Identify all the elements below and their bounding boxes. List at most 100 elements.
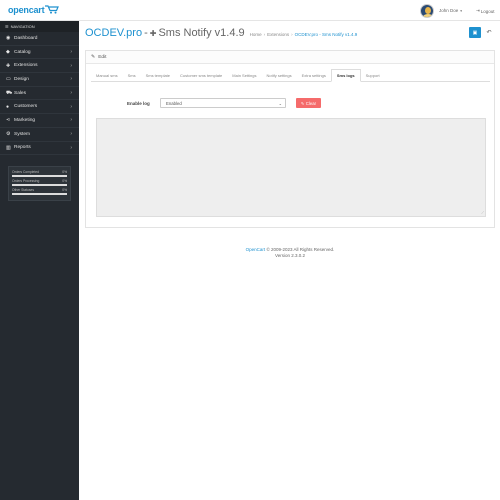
cart-icon xyxy=(45,4,60,16)
progress-bar xyxy=(12,184,67,187)
tab-sms-template[interactable]: Sms template xyxy=(141,73,175,81)
enable-log-select[interactable]: Enabled ⌄ xyxy=(160,98,286,108)
page-title: OCDEV.pro - ✚ Sms Notify v1.4.9 Home › E… xyxy=(85,27,357,39)
tab-main-settings[interactable]: Main Settings xyxy=(227,73,261,81)
stat-orders-completed: Orders Completed 0% xyxy=(12,170,67,178)
sidebar-item-label: System xyxy=(14,131,30,137)
bars-icon: ☰ xyxy=(5,24,9,29)
tab-bar: Manual sms Sms Sms template Customer sms… xyxy=(91,69,490,82)
cog-icon: ⚙ xyxy=(6,131,11,138)
user-menu[interactable]: John Doe ▾ xyxy=(420,3,462,18)
pencil-icon: ✎ xyxy=(91,54,96,60)
resize-handle-icon[interactable]: ⟋ xyxy=(481,210,484,215)
floppy-icon: ▣ xyxy=(472,29,478,36)
tab-sms-logs[interactable]: Sms logs xyxy=(330,69,361,82)
sidebar-item-label: Marketing xyxy=(14,117,36,123)
stat-label: Orders Processing xyxy=(12,179,40,184)
sidebar-item-customers[interactable]: ● Customers › xyxy=(0,100,79,115)
sms-log-textarea[interactable]: ⟋ xyxy=(96,118,486,217)
chevron-right-icon: › xyxy=(70,144,72,151)
breadcrumb-home[interactable]: Home xyxy=(250,32,262,37)
user-icon: ● xyxy=(6,103,10,110)
reply-icon: ↶ xyxy=(486,30,492,36)
clear-label: Clear xyxy=(305,100,317,106)
chevron-right-icon: › xyxy=(70,49,72,56)
sidebar-item-label: Reports xyxy=(14,145,31,151)
avatar xyxy=(420,3,434,18)
chevron-right-icon: › xyxy=(70,76,72,83)
logo-text: opencart xyxy=(8,5,45,15)
clear-log-button[interactable]: ✎ Clear xyxy=(296,98,321,108)
order-stats: Orders Completed 0% Orders Processing 0%… xyxy=(8,166,71,202)
stat-value: 0% xyxy=(62,188,67,193)
breadcrumb-current[interactable]: OCDEV.pro - Sms Notify v1.4.9 xyxy=(295,32,358,37)
opencart-logo[interactable]: opencart xyxy=(8,4,60,16)
sidebar-item-catalog[interactable]: ◆ Catalog › xyxy=(0,46,79,60)
footer-version: Version 2.3.0.2 xyxy=(274,253,306,258)
sidebar-item-label: Extensions xyxy=(14,63,38,69)
stat-orders-processing: Orders Processing 0% xyxy=(12,179,67,187)
tab-customer-sms-template[interactable]: Customer sms template xyxy=(175,73,227,81)
panel-title: Edit xyxy=(98,54,107,60)
chevron-right-icon: › xyxy=(70,131,72,138)
stat-other-statuses: Other Statuses 0% xyxy=(12,188,67,196)
chevron-right-icon: › xyxy=(70,117,72,124)
sidebar-item-dashboard[interactable]: ◉ Dashboard xyxy=(0,32,79,46)
tab-support[interactable]: Support xyxy=(361,73,385,81)
sidebar-item-label: Catalog xyxy=(14,49,31,55)
breadcrumb: Home › Extensions › OCDEV.pro - Sms Noti… xyxy=(250,32,358,37)
puzzle-icon: ✚ xyxy=(6,62,11,69)
breadcrumb-separator: › xyxy=(263,32,266,37)
share-icon: ⋖ xyxy=(6,117,11,124)
footer-opencart-link[interactable]: OpenCart xyxy=(246,247,266,252)
sidebar-item-label: Customers xyxy=(14,104,38,110)
puzzle-icon: ✚ xyxy=(149,29,157,38)
caret-down-icon: ▾ xyxy=(460,8,463,13)
save-button[interactable]: ▣ xyxy=(469,27,481,38)
stat-value: 0% xyxy=(62,170,67,175)
eraser-icon: ✎ xyxy=(300,100,305,106)
title-module: Sms Notify v1.4.9 xyxy=(158,27,245,39)
logout-link[interactable]: ⇥ Logout xyxy=(476,8,495,14)
sidebar-item-label: Design xyxy=(14,76,29,82)
sidebar-item-design[interactable]: ▭ Design › xyxy=(0,73,79,87)
chevron-down-icon: ⌄ xyxy=(278,100,282,106)
navigation-title: NAVIGATION xyxy=(10,24,35,29)
navigation-heading: ☰ NAVIGATION xyxy=(0,21,79,32)
tab-notify-settings[interactable]: Notify settings xyxy=(261,73,296,81)
title-separator: - xyxy=(144,27,148,39)
sidebar-item-label: Dashboard xyxy=(14,35,38,41)
enable-log-row: Enable log Enabled ⌄ ✎ Clear xyxy=(96,98,486,109)
footer: OpenCart © 2009-2023 All Rights Reserved… xyxy=(85,247,495,259)
tab-extra-settings[interactable]: Extra settings xyxy=(297,73,331,81)
tab-sms[interactable]: Sms xyxy=(123,73,141,81)
monitor-icon: ▭ xyxy=(6,76,11,83)
sign-out-icon: ⇥ xyxy=(476,8,480,13)
stat-value: 0% xyxy=(62,179,67,184)
chevron-right-icon: › xyxy=(70,103,72,110)
sidebar: ☰ NAVIGATION ◉ Dashboard ◆ Catalog › ✚ E… xyxy=(0,21,79,500)
enable-log-value: Enabled xyxy=(166,100,182,106)
stat-label: Other Statuses xyxy=(12,188,34,193)
tab-manual-sms[interactable]: Manual sms xyxy=(91,73,123,81)
sidebar-item-system[interactable]: ⚙ System › xyxy=(0,128,79,142)
top-header: opencart John Doe ▾ ⇥ Logout xyxy=(0,0,500,21)
back-button[interactable]: ↶ xyxy=(483,27,495,38)
logout-label: Logout xyxy=(480,8,495,14)
sidebar-item-sales[interactable]: ⛟ Sales › xyxy=(0,87,79,101)
chevron-right-icon: › xyxy=(70,90,72,97)
sidebar-item-extensions[interactable]: ✚ Extensions › xyxy=(0,59,79,74)
title-brand: OCDEV.pro xyxy=(85,27,143,39)
sidebar-item-reports[interactable]: ▥ Reports › xyxy=(0,142,79,156)
dashboard-icon: ◉ xyxy=(6,35,11,42)
progress-bar xyxy=(12,175,67,178)
footer-copyright: © 2009-2023 All Rights Reserved. xyxy=(266,247,335,252)
user-name: John Doe xyxy=(439,8,459,13)
tag-icon: ◆ xyxy=(6,49,10,56)
sidebar-item-marketing[interactable]: ⋖ Marketing › xyxy=(0,114,79,128)
breadcrumb-extensions[interactable]: Extensions xyxy=(267,32,289,37)
bar-chart-icon: ▥ xyxy=(6,144,11,151)
breadcrumb-separator: › xyxy=(291,32,293,37)
sidebar-item-label: Sales xyxy=(14,90,26,96)
cart-icon: ⛟ xyxy=(6,89,13,96)
